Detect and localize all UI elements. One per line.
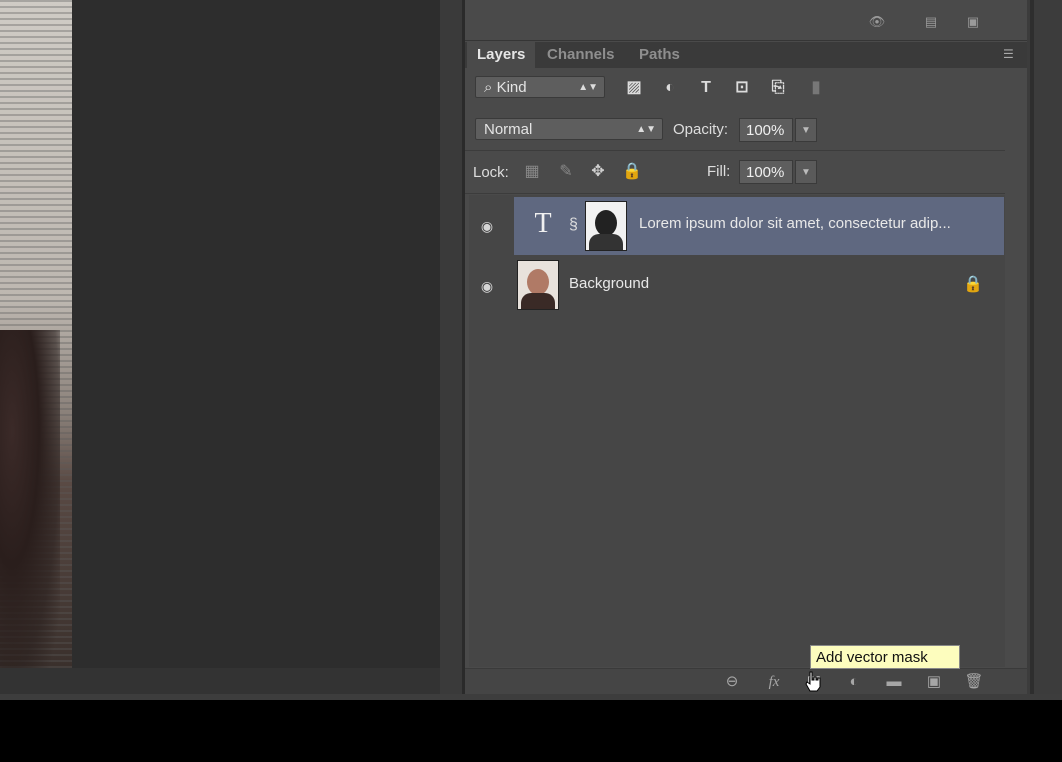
layer-row-background[interactable]: ◉ Background 🔒 [469,257,1005,315]
layer-row-text[interactable]: ◉ T § Lorem ipsum dolor sit amet, consec… [469,197,1005,255]
panel-layout-icon[interactable]: ▤ [921,14,941,30]
divider [465,193,1005,194]
select-arrows-icon: ▲▼ [578,82,598,93]
document-figure [0,330,60,668]
tab-layers[interactable]: Layers [467,42,536,68]
blend-mode-select[interactable]: Normal ▲▼ [475,118,663,140]
select-arrows-icon: ▲▼ [636,124,656,135]
opacity-dropdown-icon[interactable]: ▼ [795,118,817,142]
divider [465,150,1005,151]
fx-icon[interactable]: fx [763,672,785,692]
link-layers-icon[interactable]: ⊖ [721,672,743,692]
layers-panel: 👁 ▤ ▣ Layers Channels Paths ☰ ⌕ Kind ▲▼ … [465,0,1027,695]
blend-mode-value: Normal [484,121,533,138]
lock-image-pixels-icon[interactable]: ✎ [555,162,577,182]
thumbnail-body [521,293,555,309]
document-image[interactable] [0,0,72,668]
mask-face [595,210,617,236]
filter-kind-select[interactable]: ⌕ Kind ▲▼ [475,76,605,98]
fill-input[interactable]: 100% [739,160,793,184]
layer-name[interactable]: Lorem ipsum dolor sit amet, consectetur … [639,215,991,232]
lock-icon: 🔒 [963,276,983,293]
panel-menu-icon[interactable]: ☰ [1003,48,1021,60]
fill-label: Fill: [707,163,731,180]
opacity-input[interactable]: 100% [739,118,793,142]
panel-top-toolbar: 👁 ▤ ▣ [465,0,1027,41]
new-group-icon[interactable]: ▬ [883,672,905,692]
thumbnail-face [527,269,549,295]
new-item-icon[interactable]: ▣ [963,14,983,30]
new-layer-icon[interactable]: ▣ [923,672,945,692]
fill-dropdown-icon[interactable]: ▼ [795,160,817,184]
right-dock-strip [1027,0,1062,694]
layers-panel-footer: ⊖ fx ◫ ◐ ▬ ▣ 🗑 [465,668,1027,695]
image-filter-icon[interactable]: ▨ [623,78,645,98]
adjustment-layer-icon[interactable]: ◐ [843,672,865,692]
lock-label: Lock: [473,164,509,181]
lock-all-icon[interactable]: 🔒 [621,162,643,182]
canvas-status-strip [0,668,440,694]
panel-gutter [440,0,464,694]
adjustment-filter-icon[interactable]: ◐ [659,78,681,98]
document-canvas-area[interactable] [0,0,440,694]
bottom-letterbox [0,694,1062,762]
layers-list: ◉ T § Lorem ipsum dolor sit amet, consec… [469,195,1005,667]
shape-filter-icon[interactable]: ⊡ [731,78,753,98]
smart-object-filter-icon[interactable]: ⎘ [767,78,789,98]
lock-position-icon[interactable]: ✥ [587,162,609,182]
dock-edge[interactable] [1030,0,1034,694]
bottom-edge [0,694,1062,700]
search-icon: ⌕ [484,79,493,96]
filter-toggle-icon[interactable]: ▮ [805,78,827,98]
panel-tabs: Layers Channels Paths ☰ [465,42,1027,68]
opacity-label: Opacity: [673,121,729,138]
hand-cursor-icon [805,671,821,692]
tab-paths[interactable]: Paths [629,42,690,68]
type-filter-icon[interactable]: T [695,78,717,98]
filter-kind-label: Kind [496,79,527,96]
layer-mask-thumbnail[interactable] [585,201,627,251]
layer-name[interactable]: Background [569,275,649,292]
text-layer-icon: T [534,208,552,239]
delete-layer-icon[interactable]: 🗑 [963,672,985,692]
eye-visibility-icon[interactable]: ◉ [477,276,497,296]
mask-link-icon[interactable]: § [569,214,581,236]
mask-body [589,234,623,250]
lock-transparent-pixels-icon[interactable]: ▦ [521,162,543,182]
tooltip: Add vector mask [810,645,960,669]
tab-channels[interactable]: Channels [537,42,625,68]
layer-thumbnail[interactable] [517,260,559,310]
eye-visibility-icon[interactable]: ◉ [477,216,497,236]
visibility-toggle-icon[interactable]: 👁 [867,14,887,30]
